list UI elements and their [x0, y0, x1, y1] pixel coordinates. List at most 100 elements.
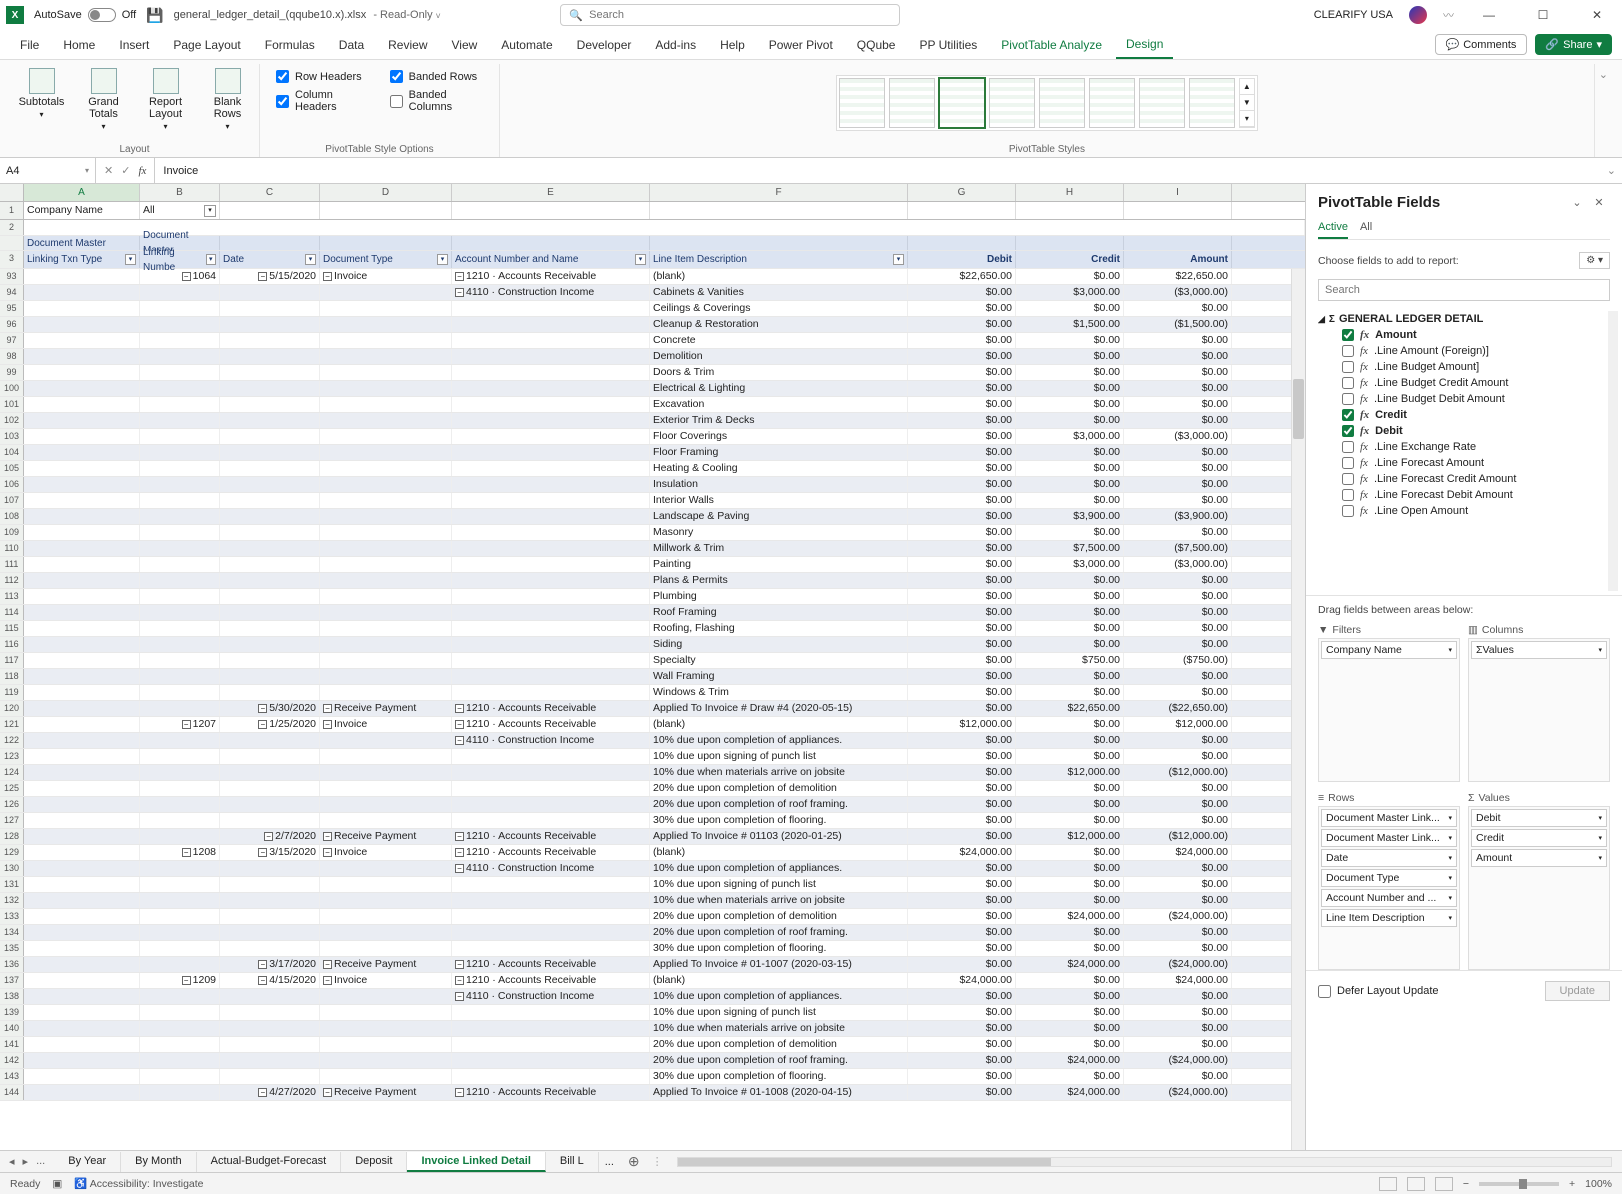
cell[interactable]: Floor Coverings — [650, 429, 908, 444]
cell[interactable]: $0.00 — [908, 685, 1016, 700]
table-row[interactable]: 12410% due when materials arrive on jobs… — [0, 765, 1305, 781]
cell[interactable] — [24, 429, 140, 444]
row-header[interactable]: 99 — [0, 365, 24, 380]
cell[interactable] — [140, 509, 220, 524]
name-box[interactable]: A4▾ — [0, 158, 96, 183]
user-name[interactable]: CLEARIFY USA — [1314, 9, 1393, 21]
field-checkbox[interactable] — [1342, 425, 1354, 437]
cell[interactable]: $0.00 — [1124, 877, 1232, 892]
cell[interactable] — [320, 637, 452, 652]
cell[interactable] — [140, 285, 220, 300]
cell[interactable] — [452, 317, 650, 332]
pane-tab-active[interactable]: Active — [1318, 217, 1348, 239]
cell[interactable]: $24,000.00 — [1124, 973, 1232, 988]
table-row[interactable]: 137−1209−4/15/2020−Invoice−1210 · Accoun… — [0, 973, 1305, 989]
cell[interactable] — [220, 685, 320, 700]
cell[interactable]: 30% due upon completion of flooring. — [650, 1069, 908, 1084]
cell[interactable]: $0.00 — [1124, 669, 1232, 684]
cell[interactable] — [140, 525, 220, 540]
cell[interactable]: (blank) — [650, 717, 908, 732]
cell[interactable]: $0.00 — [1016, 861, 1124, 876]
cell[interactable]: $0.00 — [908, 349, 1016, 364]
pivot-header[interactable]: Line Item Description▾ — [650, 251, 908, 268]
cell[interactable]: 10% due upon signing of punch list — [650, 1005, 908, 1020]
cell[interactable] — [452, 1021, 650, 1036]
cell[interactable] — [220, 989, 320, 1004]
area-item[interactable]: Σ Values▾ — [1471, 641, 1607, 659]
field-checkbox[interactable] — [1342, 409, 1354, 421]
area-item[interactable]: Document Master Link...▾ — [1321, 829, 1457, 847]
cell[interactable] — [140, 685, 220, 700]
cell[interactable]: $0.00 — [1124, 381, 1232, 396]
cell[interactable] — [452, 509, 650, 524]
cell[interactable]: $0.00 — [908, 893, 1016, 908]
cell[interactable] — [452, 797, 650, 812]
cell[interactable] — [320, 285, 452, 300]
user-avatar-icon[interactable] — [1409, 6, 1427, 24]
cell[interactable]: $0.00 — [908, 669, 1016, 684]
cell[interactable] — [140, 733, 220, 748]
cell[interactable] — [24, 701, 140, 716]
cell[interactable]: $3,900.00 — [1016, 509, 1124, 524]
cell[interactable]: $0.00 — [908, 749, 1016, 764]
area-item[interactable]: Credit▾ — [1471, 829, 1607, 847]
cell[interactable]: $0.00 — [1124, 349, 1232, 364]
cell[interactable]: ($3,000.00) — [1124, 429, 1232, 444]
cell[interactable]: $24,000.00 — [1016, 957, 1124, 972]
sheet-nav-more[interactable]: ... — [33, 1155, 48, 1168]
cell[interactable]: $0.00 — [1016, 381, 1124, 396]
row-header[interactable]: 102 — [0, 413, 24, 428]
area-item[interactable]: Amount▾ — [1471, 849, 1607, 867]
cell[interactable]: $0.00 — [1016, 573, 1124, 588]
table-row[interactable]: 116Siding$0.00$0.00$0.00 — [0, 637, 1305, 653]
pane-tab-all[interactable]: All — [1360, 217, 1372, 239]
cell[interactable] — [24, 685, 140, 700]
ribbon-tab-design[interactable]: Design — [1116, 31, 1173, 59]
row-header[interactable]: 116 — [0, 637, 24, 652]
cell[interactable]: $0.00 — [908, 493, 1016, 508]
style-thumb[interactable] — [889, 78, 935, 128]
cell[interactable] — [140, 1037, 220, 1052]
cell[interactable]: $0.00 — [908, 285, 1016, 300]
cell[interactable] — [220, 541, 320, 556]
cell[interactable]: 20% due upon completion of roof framing. — [650, 925, 908, 940]
cell[interactable] — [320, 493, 452, 508]
cell[interactable]: −4110 · Construction Income — [452, 733, 650, 748]
cell[interactable]: −Receive Payment — [320, 1085, 452, 1100]
cell[interactable]: $0.00 — [1016, 813, 1124, 828]
cell[interactable] — [452, 749, 650, 764]
table-row[interactable]: 115Roofing, Flashing$0.00$0.00$0.00 — [0, 621, 1305, 637]
cell[interactable] — [24, 493, 140, 508]
cell[interactable]: $0.00 — [1016, 621, 1124, 636]
collapse-icon[interactable]: − — [455, 1088, 464, 1097]
cell[interactable] — [220, 349, 320, 364]
cell[interactable] — [24, 477, 140, 492]
cell[interactable]: $0.00 — [908, 429, 1016, 444]
cell[interactable]: $0.00 — [908, 445, 1016, 460]
table-row[interactable]: 99Doors & Trim$0.00$0.00$0.00 — [0, 365, 1305, 381]
table-row[interactable]: 14220% due upon completion of roof frami… — [0, 1053, 1305, 1069]
cell[interactable] — [220, 797, 320, 812]
chevron-down-icon[interactable]: ▾ — [1448, 814, 1452, 822]
col-header-c[interactable]: C — [220, 184, 320, 201]
row-header[interactable]: 127 — [0, 813, 24, 828]
column-headers[interactable]: A B C D E F G H I — [0, 184, 1305, 202]
cell[interactable]: $0.00 — [1016, 893, 1124, 908]
fx-icon[interactable]: fx — [138, 165, 146, 177]
row-header[interactable]: 112 — [0, 573, 24, 588]
row-header[interactable]: 134 — [0, 925, 24, 940]
row-header[interactable]: 109 — [0, 525, 24, 540]
cell[interactable] — [220, 653, 320, 668]
cell[interactable]: ($750.00) — [1124, 653, 1232, 668]
cell[interactable] — [320, 349, 452, 364]
collapse-icon[interactable]: − — [455, 864, 464, 873]
cell[interactable] — [220, 509, 320, 524]
table-row[interactable]: 144−4/27/2020−Receive Payment−1210 · Acc… — [0, 1085, 1305, 1101]
cell[interactable] — [220, 461, 320, 476]
ribbon-tab-help[interactable]: Help — [710, 32, 755, 58]
cell[interactable] — [140, 1021, 220, 1036]
cell[interactable]: $0.00 — [1124, 1005, 1232, 1020]
cell[interactable]: Painting — [650, 557, 908, 572]
ribbon-tab-power-pivot[interactable]: Power Pivot — [759, 32, 843, 58]
columns-area[interactable]: ▥ Columns Σ Values▾ — [1468, 622, 1610, 782]
